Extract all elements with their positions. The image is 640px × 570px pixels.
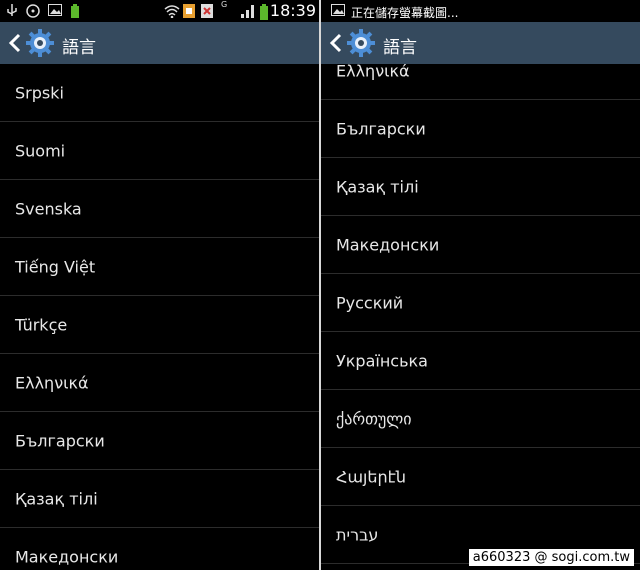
no-sim-icon <box>201 4 213 21</box>
language-label: Ελληνικά <box>15 373 89 392</box>
language-item[interactable]: Suomi <box>0 122 319 180</box>
language-list: Srpski Suomi Svenska Tiếng Việt Türkçe Ε… <box>0 64 319 570</box>
notification-text: 正在儲存螢幕截圖... <box>351 6 459 20</box>
language-item[interactable]: Ελληνικά <box>321 64 640 100</box>
sim-card-icon <box>183 4 195 21</box>
battery-small-icon <box>70 4 80 21</box>
language-list: Ελληνικά Български Қазақ тілі Македонски… <box>321 64 640 570</box>
language-label: Български <box>336 119 426 138</box>
battery-icon <box>259 4 269 23</box>
language-label: Українська <box>336 351 428 370</box>
signal-icon <box>240 4 256 21</box>
language-label: Հայերէն <box>336 467 407 486</box>
language-label: Қазақ тілі <box>15 489 98 508</box>
language-item[interactable]: Български <box>321 100 640 158</box>
language-label: עברית <box>336 525 379 544</box>
watermark: a660323 @ sogi.com.tw <box>468 549 634 566</box>
watermark-user: a660323 <box>472 550 531 565</box>
wifi-icon <box>164 4 180 21</box>
status-bar: G 18:39 <box>0 0 319 22</box>
page-title: 語言 <box>62 38 96 58</box>
page-title: 語言 <box>383 38 417 58</box>
language-item[interactable]: Македонски <box>321 216 640 274</box>
language-item[interactable]: Українська <box>321 332 640 390</box>
language-item[interactable]: Русский <box>321 274 640 332</box>
language-label: ქართული <box>336 409 412 428</box>
watermark-site: @ sogi.com.tw <box>534 550 630 565</box>
language-item[interactable]: Հայերէն <box>321 448 640 506</box>
language-label: Svenska <box>15 199 82 218</box>
settings-gear-icon <box>346 28 376 58</box>
image-icon <box>48 4 62 19</box>
language-label: Русский <box>336 293 404 312</box>
language-item[interactable]: Svenska <box>0 180 319 238</box>
language-label: Ελληνικά <box>336 64 410 80</box>
language-item[interactable]: Srpski <box>0 64 319 122</box>
clock: 18:39 <box>269 1 316 20</box>
back-icon[interactable] <box>327 32 345 54</box>
language-label: Tiếng Việt <box>15 257 96 276</box>
action-bar: 語言 <box>0 22 319 64</box>
language-label: Suomi <box>15 141 66 160</box>
network-g-icon: G <box>221 0 228 9</box>
status-bar: 正在儲存螢幕截圖... <box>321 0 640 22</box>
steering-wheel-icon <box>26 4 40 21</box>
left-screenshot: G 18:39 語言 Srpski Suomi Svenska Tiếng Vi… <box>0 0 319 570</box>
settings-gear-icon <box>25 28 55 58</box>
usb-icon <box>6 4 18 21</box>
right-screenshot: 正在儲存螢幕截圖... 語言 Ελληνικά Български Қазақ <box>321 0 640 570</box>
back-icon[interactable] <box>6 32 24 54</box>
language-label: Македонски <box>15 547 119 566</box>
language-label: Български <box>15 431 105 450</box>
language-label: Македонски <box>336 235 440 254</box>
language-label: Қазақ тілі <box>336 177 419 196</box>
language-item[interactable]: Македонски <box>0 528 319 570</box>
action-bar: 語言 <box>321 22 640 64</box>
language-item[interactable]: Български <box>0 412 319 470</box>
language-item[interactable]: Қазақ тілі <box>321 158 640 216</box>
screenshot-icon <box>331 4 345 19</box>
language-item[interactable]: Ελληνικά <box>0 354 319 412</box>
language-item[interactable]: Türkçe <box>0 296 319 354</box>
language-item[interactable]: ქართული <box>321 390 640 448</box>
language-label: Türkçe <box>15 315 68 334</box>
language-item[interactable]: Қазақ тілі <box>0 470 319 528</box>
language-item[interactable]: Tiếng Việt <box>0 238 319 296</box>
language-label: Srpski <box>15 83 64 102</box>
